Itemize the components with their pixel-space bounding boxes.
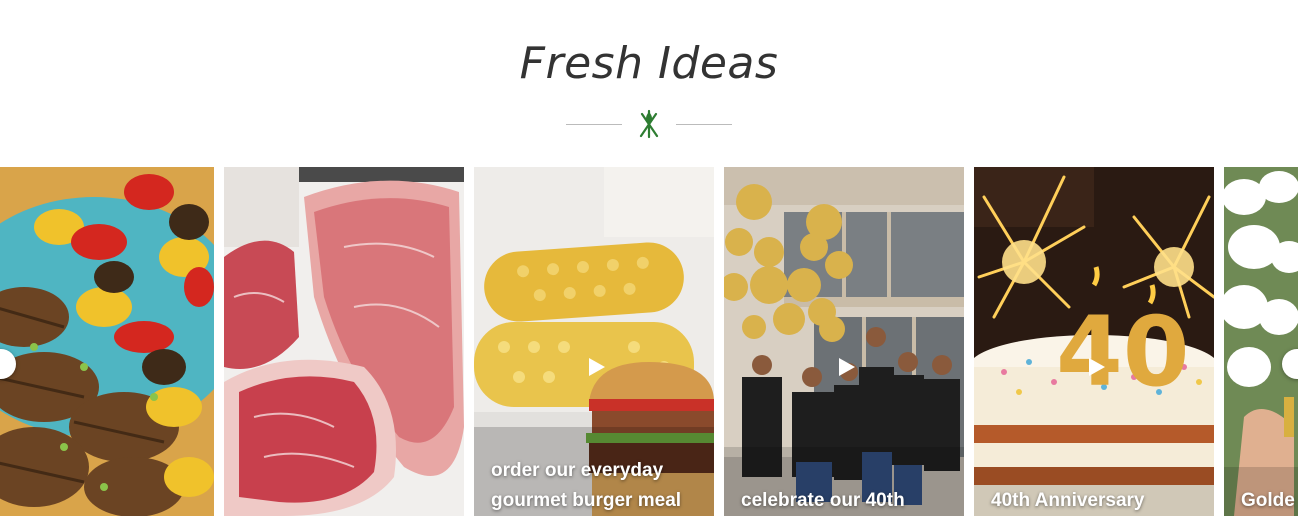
idea-card-golden[interactable]: Golde (1224, 167, 1298, 516)
card-caption: order our everyday gourmet burger meal (491, 460, 682, 511)
divider-line-left (566, 124, 622, 125)
card-caption: Golde (1241, 490, 1295, 511)
idea-card-burger-meal[interactable]: order our everyday gourmet burger meal (474, 167, 714, 516)
idea-card-40th-anniversary[interactable]: 40 40th Anniversary (974, 167, 1214, 516)
title-divider (566, 108, 732, 140)
idea-card-celebrate-40th[interactable]: celebrate our 40th (724, 167, 964, 516)
idea-card-steaks[interactable] (224, 167, 464, 516)
orchids-image (1224, 167, 1298, 516)
card-caption: celebrate our 40th (741, 490, 905, 511)
anniversary-cake-image: 40 (974, 167, 1214, 516)
svg-text:40: 40 (1056, 296, 1190, 408)
fork-knife-leaf-icon (639, 109, 659, 139)
play-icon[interactable] (835, 356, 857, 378)
team-balloons-image (724, 167, 964, 516)
steaks-image (224, 167, 464, 516)
play-icon[interactable] (1085, 356, 1107, 378)
section-title: Fresh Ideas (519, 38, 779, 89)
kebabs-image (0, 167, 214, 516)
play-icon[interactable] (585, 356, 607, 378)
idea-card-kebabs[interactable] (0, 167, 214, 516)
card-caption: 40th Anniversary (991, 490, 1145, 511)
fresh-ideas-carousel[interactable]: order our everyday gourmet burger meal c… (0, 167, 1298, 516)
divider-line-right (676, 124, 732, 125)
